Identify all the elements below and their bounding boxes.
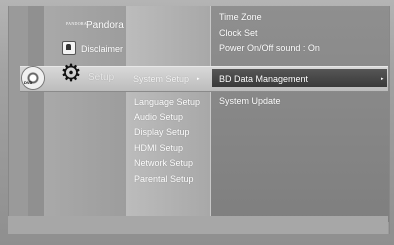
app-setup[interactable]: Setup <box>88 72 114 83</box>
arrow-right-icon: ▸ <box>197 76 200 82</box>
system-setup-selected-item[interactable]: BD Data Management <box>219 74 308 85</box>
dvd-label: DVD <box>24 80 33 85</box>
gear-icon: ⚙ <box>60 60 82 87</box>
disc-icon <box>22 67 44 89</box>
disclaimer-icon <box>62 41 76 55</box>
setup-menu-item[interactable]: Audio Setup <box>134 112 183 123</box>
system-setup-item[interactable]: Power On/Off sound : On <box>219 43 320 54</box>
system-setup-item[interactable]: Time Zone <box>219 12 262 23</box>
system-setup-item[interactable]: System Update <box>219 96 281 107</box>
setup-menu-item[interactable]: HDMI Setup <box>134 143 183 154</box>
system-setup-item[interactable]: Clock Set <box>219 28 258 39</box>
arrow-right-icon: ▸ <box>381 76 384 82</box>
setup-menu-item[interactable]: Parental Setup <box>134 174 194 185</box>
tv-screen: DVD PANDORA Pandora Disclaimer ⚙ Setup S… <box>0 0 394 245</box>
app-pandora[interactable]: Pandora <box>86 20 124 31</box>
pandora-brand-text: PANDORA <box>66 21 88 26</box>
apps-column <box>44 6 126 222</box>
setup-menu-item[interactable]: Language Setup <box>134 97 200 108</box>
bottom-strip <box>8 216 388 234</box>
setup-menu-item[interactable]: Display Setup <box>134 127 190 138</box>
app-disclaimer[interactable]: Disclaimer <box>81 44 123 55</box>
setup-menu-item[interactable]: Network Setup <box>134 158 193 169</box>
setup-menu-selected[interactable]: System Setup <box>133 74 189 85</box>
